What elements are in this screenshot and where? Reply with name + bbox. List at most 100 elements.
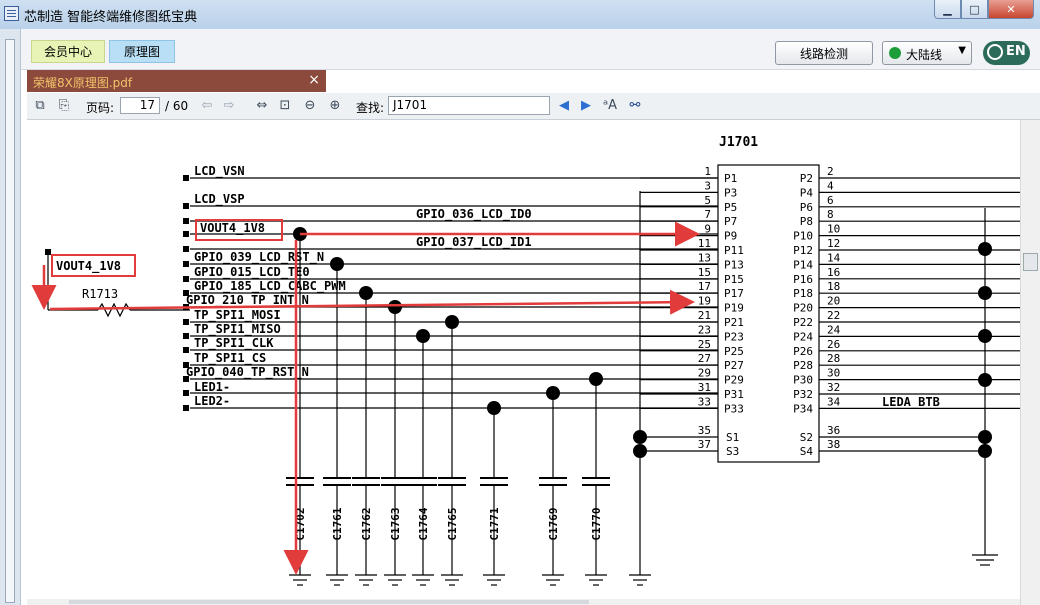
net-port — [183, 261, 189, 267]
language-button[interactable]: EN — [983, 41, 1030, 65]
pin-name: P8 — [800, 215, 813, 228]
net-label: TP_SPI1_CLK — [194, 336, 274, 351]
pin-name: P19 — [724, 302, 744, 315]
pin-name: P29 — [724, 374, 744, 387]
horizontal-scrollbar[interactable] — [27, 599, 1020, 605]
pin-number: 12 — [827, 237, 840, 250]
pin-name: P20 — [793, 302, 813, 315]
pin-name: P30 — [793, 374, 813, 387]
pin-number: 20 — [827, 295, 840, 308]
maximize-button[interactable]: □ — [961, 0, 988, 19]
pin-number: 7 — [704, 208, 711, 221]
search-input[interactable]: J1701 — [388, 96, 550, 115]
pin-name: P4 — [800, 186, 814, 199]
pin-number: 35 — [698, 424, 711, 437]
red-arrow — [49, 289, 695, 315]
fit-width-icon[interactable]: ⇔ — [254, 98, 270, 113]
copy-icon[interactable]: ⧉ — [32, 98, 48, 113]
pin-number: 6 — [827, 194, 834, 207]
pin-number: 24 — [827, 323, 841, 336]
left-scrollbar[interactable] — [0, 29, 21, 605]
net-label: LCD_VSN — [194, 164, 245, 179]
capacitor-label: C1771 — [488, 507, 501, 540]
page-input[interactable]: 17 — [120, 97, 160, 114]
net-port — [183, 390, 189, 396]
resistor-label: R1713 — [82, 287, 118, 301]
junction-dot — [978, 242, 992, 256]
tab-schematic[interactable]: 原理图 — [109, 40, 175, 63]
net-label: TP_SPI1_CS — [194, 351, 266, 366]
net-port — [183, 175, 189, 181]
next-page-icon[interactable]: ⇨ — [221, 98, 237, 113]
pin-number: 38 — [827, 438, 840, 451]
net-label: TP_SPI1_MOSI — [194, 308, 281, 323]
pin-name: P9 — [724, 230, 737, 243]
connector-ref: J1701 — [719, 135, 758, 150]
schematic-view[interactable]: J1701 1 P1 3 P3 5 P5 7 P7 9 P9 11 P11 13 P13 15 P15 17 P17… — [27, 120, 1020, 601]
pin-number: 17 — [698, 280, 711, 293]
net-label: GPIO_037_LCD_ID1 — [416, 235, 532, 250]
right-net-label: LEDA_BTB — [882, 395, 940, 410]
zoom-in-icon[interactable]: ⊕ — [327, 98, 343, 113]
match-case-icon[interactable]: ᵃA — [602, 98, 618, 113]
net-label: GPIO_039_LCD_RST_N — [194, 250, 324, 265]
chevron-down-icon: ▼ — [958, 45, 966, 56]
pin-name: P14 — [793, 258, 813, 271]
fit-page-icon[interactable]: ⊡ — [277, 98, 293, 113]
vertical-scrollbar[interactable] — [1020, 120, 1040, 605]
prev-page-icon[interactable]: ⇦ — [199, 98, 215, 113]
document-tab[interactable]: 荣耀8X原理图.pdf × — [27, 70, 326, 92]
zoom-out-icon[interactable]: ⊖ — [302, 98, 318, 113]
title-bar: 芯制造 智能终端维修图纸宝典 ▁ □ ✕ — [0, 0, 1040, 30]
globe-icon — [987, 44, 1003, 60]
pin-name: P32 — [793, 388, 813, 401]
pin-number: 26 — [827, 338, 840, 351]
capacitor-label: C1764 — [417, 507, 430, 540]
binoculars-icon[interactable]: ⚯ — [627, 98, 643, 113]
junction-dot — [978, 329, 992, 343]
pin-number: 8 — [827, 208, 834, 221]
pin-name: S1 — [726, 431, 739, 444]
find-prev-icon[interactable]: ◀ — [556, 98, 572, 113]
net-label: LED1- — [194, 380, 230, 394]
region-select[interactable]: 大陆线 ▼ — [882, 41, 972, 65]
pin-number: 13 — [698, 251, 711, 264]
vout-callout: VOUT4_1V8 — [56, 259, 121, 274]
tab-member-center[interactable]: 会员中心 — [31, 40, 105, 63]
pin-number: 34 — [827, 395, 841, 408]
find-next-icon[interactable]: ▶ — [578, 98, 594, 113]
pin-name: P34 — [793, 402, 813, 415]
line-check-button[interactable]: 线路检测 — [775, 41, 873, 65]
pin-name: P2 — [800, 172, 813, 185]
language-label: EN — [1006, 44, 1026, 59]
status-dot-icon — [889, 47, 901, 59]
pin-number: 37 — [698, 438, 711, 451]
pin-name: P15 — [724, 273, 744, 286]
pin-name: S4 — [800, 445, 814, 458]
pin-number: 9 — [704, 223, 711, 236]
junction-dot — [978, 373, 992, 387]
net-port — [183, 333, 189, 339]
resistor-symbol — [97, 302, 131, 318]
net-label: GPIO_185_LCD_CABC_PWM — [194, 279, 346, 294]
capacitor-label: C1763 — [389, 507, 402, 540]
net-label: GPIO_040_TP_RST_N — [186, 365, 309, 380]
paste-icon[interactable]: ⎘ — [56, 98, 72, 113]
horizontal-scroll-thumb[interactable] — [69, 600, 589, 604]
pin-name: P22 — [793, 316, 813, 329]
net-port — [183, 276, 189, 282]
pin-number: 4 — [827, 179, 834, 192]
find-label: 查找: — [356, 101, 385, 115]
vertical-scroll-thumb[interactable] — [1023, 253, 1038, 271]
page-label: 页码: — [86, 101, 115, 115]
window-title: 芯制造 智能终端维修图纸宝典 — [24, 10, 198, 25]
pin-number: 21 — [698, 309, 711, 322]
net-port — [183, 347, 189, 353]
close-button[interactable]: ✕ — [988, 0, 1034, 19]
pdf-toolbar: ⧉ ⎘ 页码: 17 / 60 ⇦ ⇨ ⇔ ⊡ ⊖ ⊕ 查找: J1701 ◀ … — [27, 93, 1040, 120]
close-tab-icon[interactable]: × — [308, 72, 320, 88]
minimize-button[interactable]: ▁ — [934, 0, 961, 19]
net-port — [183, 203, 189, 209]
net-port — [183, 405, 189, 411]
pin-number: 28 — [827, 352, 840, 365]
